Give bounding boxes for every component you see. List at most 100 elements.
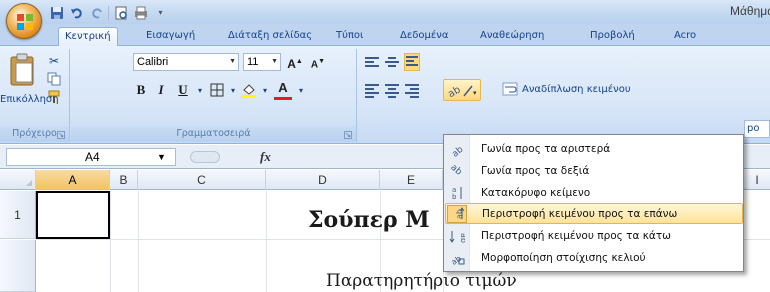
column-header-d[interactable]: D bbox=[266, 170, 380, 190]
clipboard-launcher-icon[interactable]: ↘ bbox=[57, 131, 65, 139]
grow-font-label: A bbox=[287, 57, 296, 71]
orientation-icon: ab ▾ bbox=[446, 84, 477, 100]
save-icon[interactable] bbox=[48, 5, 65, 21]
menu-item-format-cell-alignment[interactable]: ab Μορφοποίηση στοίχισης κελιού bbox=[445, 247, 743, 268]
office-button[interactable] bbox=[6, 3, 42, 39]
bold-button[interactable]: B bbox=[133, 81, 149, 99]
number-format-value: po bbox=[747, 123, 760, 134]
menu-item-label: Περιστροφή κειμένου προς τα κάτω bbox=[481, 229, 671, 242]
undo-icon[interactable] bbox=[68, 5, 85, 21]
align-top-icon[interactable] bbox=[364, 55, 380, 71]
column-header-i[interactable]: I bbox=[744, 170, 770, 190]
font-size-select[interactable]: 11 ▼ bbox=[243, 53, 281, 71]
column-header-a[interactable]: A bbox=[36, 170, 110, 190]
menu-item-rotate-up[interactable]: ab Περιστροφή κειμένου προς τα επάνω bbox=[445, 203, 743, 224]
formula-bar-divider[interactable] bbox=[190, 151, 220, 163]
align-bottom-icon[interactable] bbox=[404, 53, 420, 71]
column-header-c[interactable]: C bbox=[138, 170, 266, 190]
customize-qat-icon[interactable]: ▾ bbox=[152, 5, 169, 21]
chevron-down-icon: ▼ bbox=[271, 58, 278, 65]
menu-item-label: Κατακόρυφο κείμενο bbox=[481, 186, 591, 199]
italic-button[interactable]: I bbox=[153, 81, 169, 99]
chevron-down-icon[interactable]: ▾ bbox=[192, 82, 208, 98]
font-size-value: 11 bbox=[247, 56, 259, 68]
rotate-up-icon: ab bbox=[447, 204, 467, 223]
font-name-value: Calibri bbox=[137, 56, 169, 68]
menu-item-angle-clockwise[interactable]: ab Γωνία προς τα δεξιά bbox=[445, 160, 743, 181]
sheet-title-text: Σούπερ Μ bbox=[308, 207, 430, 233]
redo-icon[interactable] bbox=[88, 5, 105, 21]
chevron-down-icon[interactable]: ▾ bbox=[225, 82, 241, 98]
tab-page-layout[interactable]: Διάταξη σελίδας bbox=[222, 27, 318, 46]
tab-home[interactable]: Κεντρική bbox=[58, 27, 118, 47]
copy-icon[interactable] bbox=[46, 71, 62, 87]
orientation-button[interactable]: ab ▾ bbox=[443, 79, 481, 101]
ribbon: Επικόλληση ✂ Πρόχειρο ↘ Calibri ▼ 11 ▼ A… bbox=[0, 46, 770, 144]
menu-item-angle-counterclockwise[interactable]: ab Γωνία προς τα αριστερά bbox=[445, 138, 743, 159]
paste-button-label[interactable]: Επικόλληση bbox=[0, 94, 59, 105]
angle-clockwise-icon: ab bbox=[445, 161, 469, 181]
borders-icon[interactable] bbox=[209, 82, 225, 98]
svg-text:▾: ▾ bbox=[473, 89, 477, 97]
tab-review[interactable]: Αναθεώρηση bbox=[474, 27, 550, 46]
cut-icon[interactable]: ✂ bbox=[46, 53, 62, 69]
font-color-button[interactable]: A bbox=[274, 80, 292, 100]
tab-data[interactable]: Δεδομένα bbox=[394, 27, 454, 46]
font-name-select[interactable]: Calibri ▼ bbox=[133, 53, 239, 71]
qat-separator bbox=[108, 5, 109, 20]
row-header-2[interactable] bbox=[0, 240, 36, 292]
clipboard-group: Επικόλληση ✂ Πρόχειρο ↘ bbox=[0, 49, 70, 142]
column-header-e[interactable]: E bbox=[380, 170, 443, 190]
underline-button[interactable]: U bbox=[175, 81, 191, 99]
align-left-icon[interactable] bbox=[364, 82, 380, 98]
quick-print-icon[interactable] bbox=[132, 5, 149, 21]
align-middle-icon[interactable] bbox=[384, 55, 400, 71]
chevron-down-icon[interactable]: ▾ bbox=[293, 82, 309, 98]
wrap-text-button[interactable]: Αναδίπλωση κειμένου bbox=[502, 82, 631, 96]
quick-access-toolbar: ▾ bbox=[48, 4, 169, 21]
tab-acrobat[interactable]: Acro bbox=[668, 27, 702, 46]
vertical-text-icon: ab bbox=[445, 183, 469, 203]
row-header-1[interactable]: 1 bbox=[0, 191, 36, 239]
format-painter-icon[interactable] bbox=[46, 89, 62, 105]
chevron-down-icon: ▼ bbox=[157, 152, 166, 162]
column-header-b[interactable]: B bbox=[110, 170, 138, 190]
chevron-down-icon: ▼ bbox=[229, 58, 236, 65]
rotate-down-icon: ab bbox=[445, 226, 469, 246]
font-launcher-icon[interactable]: ↘ bbox=[344, 131, 352, 139]
format-alignment-icon: ab bbox=[445, 248, 469, 268]
chevron-down-icon[interactable]: ▾ bbox=[257, 82, 273, 98]
gridline bbox=[110, 191, 111, 292]
wrap-text-icon bbox=[502, 82, 518, 96]
menu-item-vertical-text[interactable]: ab Κατακόρυφο κείμενο bbox=[445, 182, 743, 203]
ribbon-tab-row: Κεντρική Εισαγωγή Διάταξη σελίδας Τύποι … bbox=[0, 24, 770, 47]
menu-item-label: Γωνία προς τα αριστερά bbox=[481, 142, 611, 155]
tab-insert[interactable]: Εισαγωγή bbox=[140, 27, 201, 46]
align-center-icon[interactable] bbox=[384, 82, 400, 98]
name-box[interactable]: A4 ▼ bbox=[6, 148, 176, 166]
select-all-corner[interactable] bbox=[0, 170, 36, 190]
orientation-menu: ab Γωνία προς τα αριστερά ab Γωνία προς … bbox=[443, 134, 744, 272]
svg-text:ab: ab bbox=[455, 209, 464, 219]
align-right-icon[interactable] bbox=[404, 82, 420, 98]
sheet-subtitle-text: Παρατηρητήριο τιμών bbox=[326, 271, 517, 291]
gridline bbox=[138, 191, 139, 292]
fill-color-icon[interactable] bbox=[241, 82, 257, 98]
clipboard-group-label-text: Πρόχειρο bbox=[12, 128, 57, 139]
number-format-select[interactable]: po bbox=[744, 120, 770, 138]
insert-function-button[interactable]: fx bbox=[260, 149, 271, 165]
font-group-label: Γραμματοσειρά bbox=[71, 126, 356, 142]
selected-cell[interactable] bbox=[36, 191, 110, 239]
font-group-label-text: Γραμματοσειρά bbox=[176, 128, 251, 139]
menu-item-rotate-down[interactable]: ab Περιστροφή κειμένου προς τα κάτω bbox=[445, 225, 743, 246]
svg-text:ab: ab bbox=[450, 144, 465, 156]
tab-formulas[interactable]: Τύποι bbox=[330, 27, 369, 46]
shrink-font-button[interactable]: A▼ bbox=[309, 53, 327, 71]
paste-icon[interactable] bbox=[8, 53, 38, 87]
menu-item-label: Γωνία προς τα δεξιά bbox=[481, 164, 590, 177]
name-box-value: A4 bbox=[85, 150, 100, 164]
print-preview-icon[interactable] bbox=[112, 5, 129, 21]
grow-font-button[interactable]: A▲ bbox=[286, 53, 304, 71]
tab-view[interactable]: Προβολή bbox=[584, 27, 641, 46]
svg-text:ab: ab bbox=[449, 163, 464, 178]
